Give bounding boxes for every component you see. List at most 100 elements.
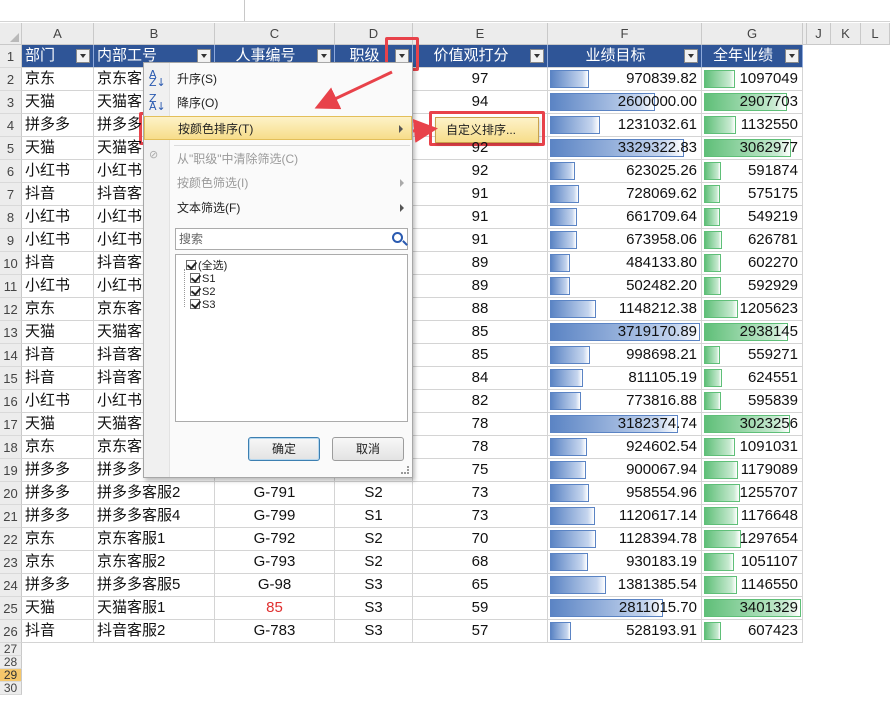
row-header-9[interactable]: 9: [0, 229, 22, 252]
ok-button[interactable]: 确定: [248, 437, 320, 461]
row-header-21[interactable]: 21: [0, 505, 22, 528]
cell-department[interactable]: 天猫: [22, 91, 94, 114]
filter-item-s1[interactable]: S1: [190, 272, 215, 286]
cell-annual-total[interactable]: 626781: [702, 229, 803, 252]
cell-staff-id[interactable]: 拼多多客服5: [94, 574, 215, 597]
cell-staff-id[interactable]: 京东客服1: [94, 528, 215, 551]
checkbox-checked-icon[interactable]: [190, 299, 200, 309]
filter-item-s3[interactable]: S3: [190, 298, 215, 312]
cell-values-score[interactable]: 85: [413, 321, 548, 344]
cell-department[interactable]: 京东: [22, 298, 94, 321]
cell-values-score[interactable]: 73: [413, 482, 548, 505]
cell-target[interactable]: 930183.19: [548, 551, 702, 574]
cell-annual-total[interactable]: 1205623: [702, 298, 803, 321]
row-header-3[interactable]: 3: [0, 91, 22, 114]
row-header-19[interactable]: 19: [0, 459, 22, 482]
row-header-4[interactable]: 4: [0, 114, 22, 137]
filter-dropdown-icon[interactable]: [317, 49, 331, 63]
cell-values-score[interactable]: 91: [413, 206, 548, 229]
cell-target[interactable]: 924602.54: [548, 436, 702, 459]
cell-annual-total[interactable]: 1146550: [702, 574, 803, 597]
cell-department[interactable]: 拼多多: [22, 114, 94, 137]
cell-annual-total[interactable]: 1132550: [702, 114, 803, 137]
cell-annual-total[interactable]: 3401329: [702, 597, 803, 620]
cell-department[interactable]: 抖音: [22, 367, 94, 390]
menu-sort-by-color[interactable]: 按颜色排序(T): [144, 116, 412, 140]
cell-values-score[interactable]: 73: [413, 505, 548, 528]
cell-department[interactable]: 天猫: [22, 597, 94, 620]
cell-target[interactable]: 728069.62: [548, 183, 702, 206]
cell-values-score[interactable]: 97: [413, 68, 548, 91]
cell-department[interactable]: 抖音: [22, 183, 94, 206]
row-header-22[interactable]: 22: [0, 528, 22, 551]
row-header-14[interactable]: 14: [0, 344, 22, 367]
cell-annual-total[interactable]: 592929: [702, 275, 803, 298]
cell-target[interactable]: 1381385.54: [548, 574, 702, 597]
cell-annual-total[interactable]: 607423: [702, 620, 803, 643]
cell-annual-total[interactable]: 1097049: [702, 68, 803, 91]
cell-department[interactable]: 京东: [22, 68, 94, 91]
row-header-30[interactable]: 30: [0, 682, 22, 695]
row-header-26[interactable]: 26: [0, 620, 22, 643]
cell-target[interactable]: 1120617.14: [548, 505, 702, 528]
row-header-13[interactable]: 13: [0, 321, 22, 344]
cell-target[interactable]: 998698.21: [548, 344, 702, 367]
cell-rank[interactable]: S3: [335, 597, 413, 620]
cell-department[interactable]: 抖音: [22, 252, 94, 275]
cell-hr-number[interactable]: 85: [215, 597, 335, 620]
cell-hr-number[interactable]: G-793: [215, 551, 335, 574]
row-header-20[interactable]: 20: [0, 482, 22, 505]
filter-dropdown-icon[interactable]: [530, 49, 544, 63]
cell-values-score[interactable]: 92: [413, 160, 548, 183]
cell-annual-total[interactable]: 1051107: [702, 551, 803, 574]
cell-values-score[interactable]: 89: [413, 275, 548, 298]
column-header-j[interactable]: J: [807, 23, 831, 45]
cell-rank[interactable]: S3: [335, 574, 413, 597]
cell-annual-total[interactable]: 602270: [702, 252, 803, 275]
cell-target[interactable]: 661709.64: [548, 206, 702, 229]
cell-staff-id[interactable]: 抖音客服2: [94, 620, 215, 643]
row-header-16[interactable]: 16: [0, 390, 22, 413]
filter-search-input[interactable]: 搜索: [175, 228, 408, 250]
cell-department[interactable]: 拼多多: [22, 505, 94, 528]
column-header-e[interactable]: E: [413, 23, 548, 45]
cell-values-score[interactable]: 84: [413, 367, 548, 390]
row-header-23[interactable]: 23: [0, 551, 22, 574]
cell-target[interactable]: 1148212.38: [548, 298, 702, 321]
cell-annual-total[interactable]: 559271: [702, 344, 803, 367]
cell-rank[interactable]: S1: [335, 505, 413, 528]
cell-staff-id[interactable]: 天猫客服1: [94, 597, 215, 620]
cell-department[interactable]: 京东: [22, 551, 94, 574]
cell-department[interactable]: 抖音: [22, 344, 94, 367]
cell-department[interactable]: 拼多多: [22, 482, 94, 505]
cell-rank[interactable]: S3: [335, 620, 413, 643]
cell-annual-total[interactable]: 1179089: [702, 459, 803, 482]
filter-item-select-all[interactable]: (全选): [186, 259, 227, 273]
cell-department[interactable]: 小红书: [22, 390, 94, 413]
cell-values-score[interactable]: 89: [413, 252, 548, 275]
cell-staff-id[interactable]: 拼多多客服2: [94, 482, 215, 505]
cell-values-score[interactable]: 91: [413, 229, 548, 252]
cell-target[interactable]: 900067.94: [548, 459, 702, 482]
cell-target[interactable]: 773816.88: [548, 390, 702, 413]
cell-department[interactable]: 小红书: [22, 229, 94, 252]
cell-values-score[interactable]: 59: [413, 597, 548, 620]
cell-target[interactable]: 970839.82: [548, 68, 702, 91]
cell-target[interactable]: 3329322.83: [548, 137, 702, 160]
row-header-17[interactable]: 17: [0, 413, 22, 436]
cell-annual-total[interactable]: 591874: [702, 160, 803, 183]
column-header-l[interactable]: L: [861, 23, 890, 45]
cell-rank[interactable]: S2: [335, 551, 413, 574]
cell-annual-total[interactable]: 575175: [702, 183, 803, 206]
cell-target[interactable]: 1231032.61: [548, 114, 702, 137]
header-cell-annual-total[interactable]: 全年业绩: [702, 45, 803, 68]
column-header-f[interactable]: F: [548, 23, 702, 45]
cell-values-score[interactable]: 75: [413, 459, 548, 482]
cell-hr-number[interactable]: G-792: [215, 528, 335, 551]
row-header-8[interactable]: 8: [0, 206, 22, 229]
cell-target[interactable]: 528193.91: [548, 620, 702, 643]
row-header-2[interactable]: 2: [0, 68, 22, 91]
cell-values-score[interactable]: 68: [413, 551, 548, 574]
cell-hr-number[interactable]: G-791: [215, 482, 335, 505]
row-header-10[interactable]: 10: [0, 252, 22, 275]
